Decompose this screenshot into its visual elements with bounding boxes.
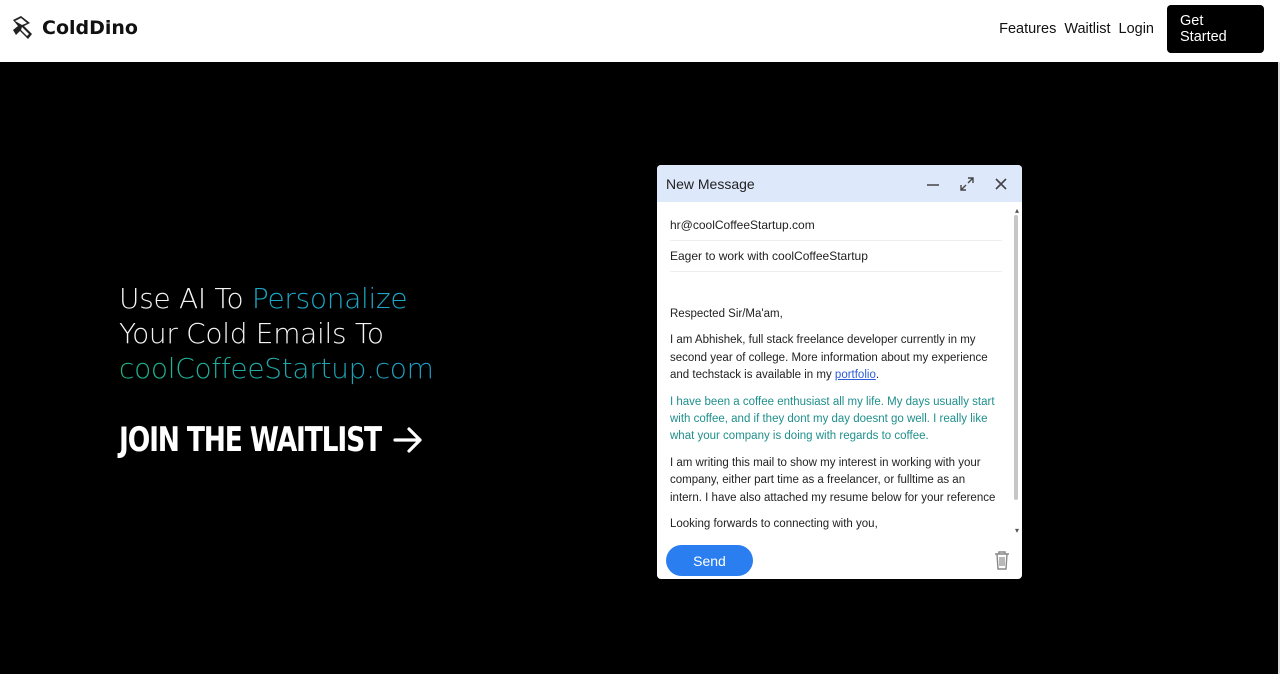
brand-name: ColdDino [42,17,138,39]
nav-link-waitlist[interactable]: Waitlist [1064,21,1110,37]
hero-line-3: coolCoffeeStartup.com [119,351,434,386]
send-button[interactable]: Send [666,545,753,576]
message-paragraph-3: I am writing this mail to show my intere… [670,456,996,504]
compose-title: New Message [666,175,755,192]
hero-accent-domain: coolCoffeeStartup.com [119,352,434,385]
minimize-icon[interactable] [921,172,945,196]
scroll-up-icon[interactable]: ▴ [1015,206,1019,215]
hero-line-2: Your Cold Emails To [119,317,384,350]
message-paragraph-1: I am Abhishek, full stack freelance deve… [670,332,1000,384]
message-paragraph-1-end: . [875,369,880,382]
to-field[interactable]: hr@coolCoffeeStartup.com [670,210,1002,241]
join-waitlist-link[interactable]: JOIN THE WAITLIST [119,420,425,460]
nav-menu: Features Waitlist Login Get Started [999,5,1264,53]
compose-footer: Send [657,542,1022,579]
top-navbar: ColdDino Features Waitlist Login Get Sta… [0,0,1280,62]
message-paragraph-1-text: I am Abhishek, full stack freelance deve… [670,334,988,382]
hero-headline: Use AI To Personalize Your Cold Emails T… [119,281,434,386]
portfolio-link[interactable]: portfolio [835,369,876,381]
scroll-down-icon[interactable]: ▾ [1015,526,1019,535]
get-started-button[interactable]: Get Started [1167,5,1264,53]
compose-header: New Message [657,165,1022,202]
expand-icon[interactable] [955,172,979,196]
nav-link-features[interactable]: Features [999,21,1056,37]
join-waitlist-label: JOIN THE WAITLIST [119,420,382,460]
trash-icon[interactable] [993,549,1011,571]
message-body[interactable]: Respected Sir/Ma'am, I am Abhishek, full… [670,306,1000,542]
brand[interactable]: ColdDino [10,14,138,42]
close-icon[interactable] [989,172,1013,196]
compose-window: New Message hr@coolCoffeeStartup.com Eag… [657,165,1022,579]
nav-link-login[interactable]: Login [1119,21,1154,37]
hero-line-1: Use AI To Personalize [119,281,434,316]
message-paragraph-2: I have been a coffee enthusiast all my l… [670,395,995,443]
message-greeting: Respected Sir/Ma'am, [670,308,783,320]
dino-logo-icon [10,14,34,42]
hero-accent-personalize: Personalize [251,282,408,315]
subject-field[interactable]: Eager to work with coolCoffeeStartup [670,241,1002,272]
arrow-right-icon [381,423,425,457]
message-closing: Looking forwards to connecting with you, [670,518,878,531]
compose-body: hr@coolCoffeeStartup.com Eager to work w… [657,202,1022,542]
compose-scrollbar[interactable] [1014,215,1018,500]
hero-line-1-prefix: Use AI To [119,282,252,315]
